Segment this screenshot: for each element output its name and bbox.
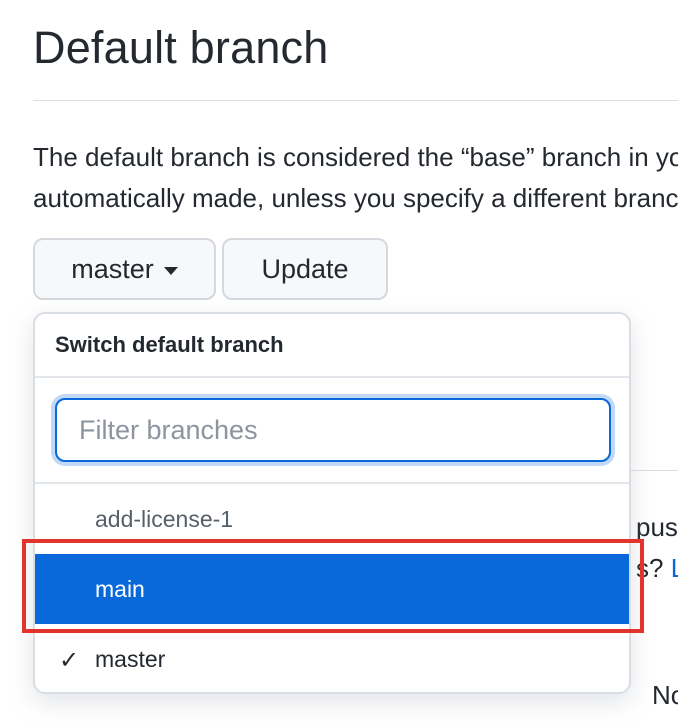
branch-option-label: master bbox=[95, 645, 166, 672]
background-link-fragment[interactable]: L bbox=[671, 553, 678, 583]
filter-section bbox=[35, 378, 629, 484]
switch-default-branch-menu: Switch default branch add-license-1 main… bbox=[33, 312, 631, 694]
background-text-fragment: No bbox=[652, 680, 678, 710]
background-text-fragment: pus bbox=[636, 512, 678, 542]
branch-option-label: main bbox=[95, 575, 145, 602]
branch-option-main[interactable]: main bbox=[35, 554, 629, 624]
description-line-2: automatically made, unless you specify a… bbox=[33, 183, 678, 213]
check-icon: ✓ bbox=[59, 647, 80, 674]
caret-down-icon bbox=[163, 267, 178, 275]
filter-branches-input[interactable] bbox=[55, 398, 611, 462]
update-button[interactable]: Update bbox=[222, 238, 388, 300]
branch-option-label: add-license-1 bbox=[95, 505, 234, 532]
background-divider bbox=[630, 470, 678, 471]
background-text-fragment: s? bbox=[636, 553, 664, 583]
title-divider bbox=[33, 100, 678, 101]
branch-select-label: master bbox=[71, 253, 154, 284]
page-title: Default branch bbox=[33, 22, 329, 73]
branch-select-button[interactable]: master bbox=[33, 238, 216, 300]
description-line-1: The default branch is considered the “ba… bbox=[33, 142, 678, 172]
background-text-fragment: s? L bbox=[636, 553, 678, 584]
settings-page: Default branch The default branch is con… bbox=[0, 0, 678, 726]
branch-option-master[interactable]: ✓ master bbox=[35, 624, 629, 692]
branch-option-add-license-1[interactable]: add-license-1 bbox=[35, 484, 629, 554]
menu-header: Switch default branch bbox=[35, 314, 629, 378]
